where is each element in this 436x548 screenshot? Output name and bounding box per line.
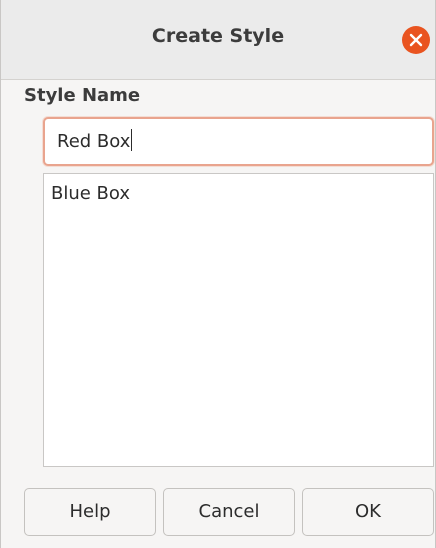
text-caret <box>131 129 133 151</box>
list-item[interactable]: Blue Box <box>44 174 433 204</box>
close-icon <box>409 33 423 47</box>
style-list[interactable]: Blue Box <box>43 173 434 467</box>
title-bar: Create Style <box>1 0 435 80</box>
ok-button[interactable]: OK <box>302 488 434 536</box>
close-button[interactable] <box>402 26 430 54</box>
dialog-title: Create Style <box>151 25 285 47</box>
style-name-input[interactable]: Red Box <box>43 117 434 166</box>
help-button[interactable]: Help <box>24 488 156 536</box>
create-style-dialog: Create Style Style Name Red Box Blue Box… <box>0 0 436 548</box>
style-name-value: Red Box <box>57 131 131 152</box>
style-name-label: Style Name <box>24 85 141 106</box>
cancel-button[interactable]: Cancel <box>163 488 295 536</box>
